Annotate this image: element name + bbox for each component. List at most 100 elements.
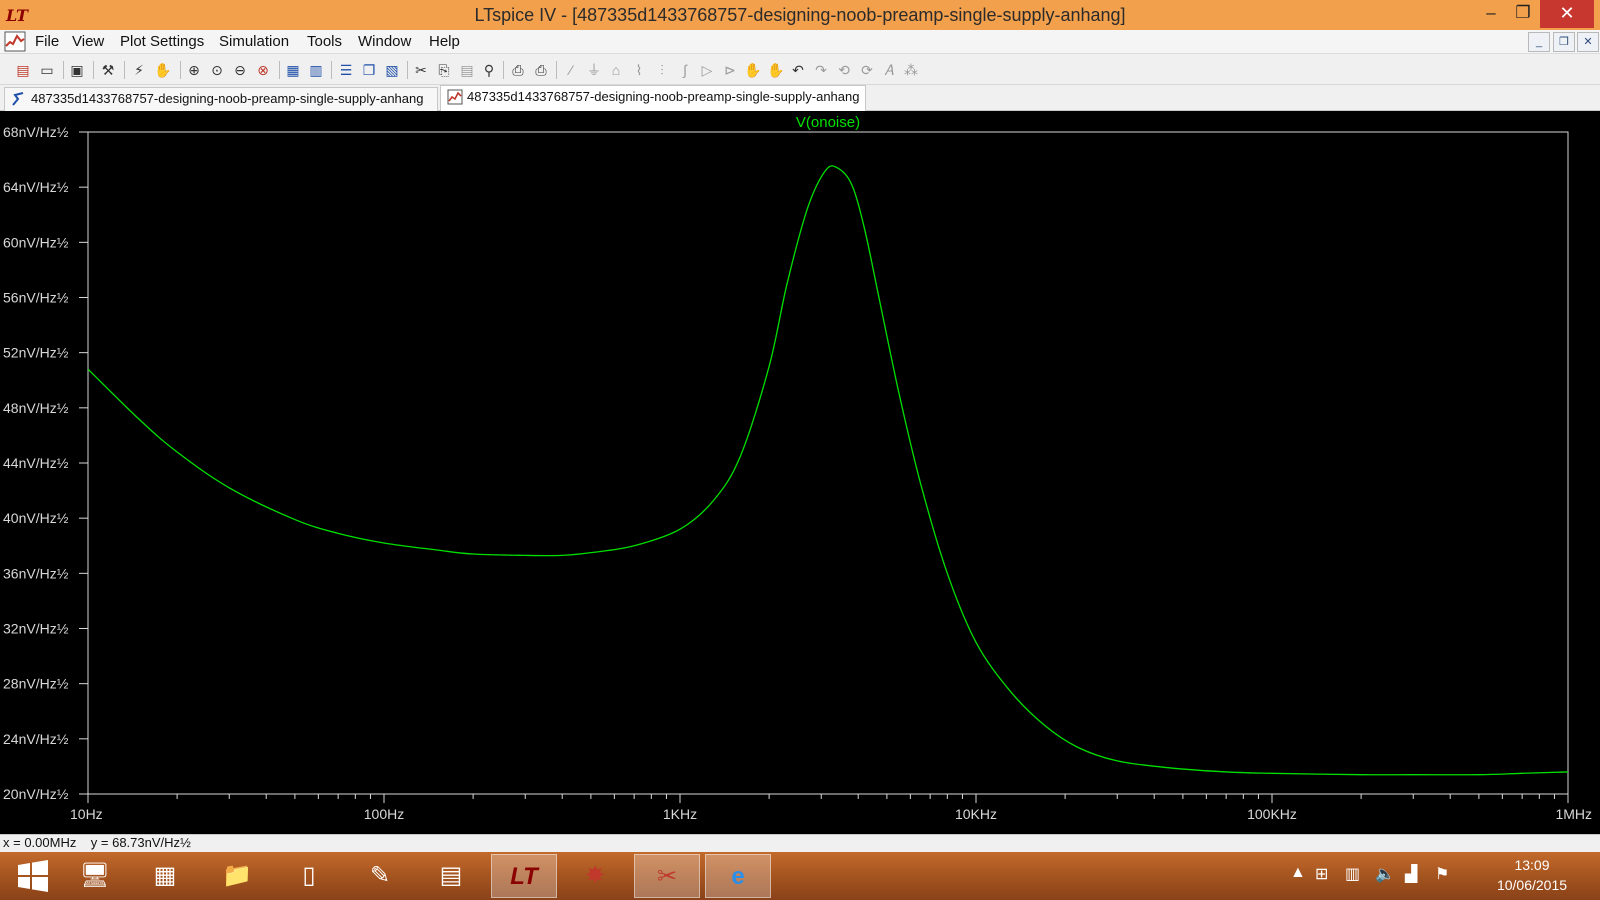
taskbar: 🖥 ▦ 📁 ▯ ✎ ▤ LT ✸ ✂ e ▲ ⊞ ▥ 🔈 ▟ ⚑ 13:09 1… — [0, 852, 1600, 900]
tab-label: 487335d1433768757-designing-noob-preamp-… — [31, 91, 424, 106]
zoom-area-icon[interactable]: ⊕ — [184, 60, 204, 80]
start-button[interactable] — [0, 854, 66, 898]
tray-show-hidden-icon[interactable]: ▲ — [1290, 864, 1306, 882]
noise-plot[interactable]: V(onoise) 68nV/Hz½ 64nV/Hz½ 60nV/Hz½ 56nV/H… — [0, 111, 1600, 834]
plot-frame — [87, 131, 1569, 795]
maximize-button[interactable]: ❐ — [1506, 0, 1540, 28]
draw-wire-icon[interactable]: ∕ — [561, 60, 581, 80]
taskbar-snipping-tool[interactable]: ✂ — [634, 854, 700, 898]
menu-plot-settings[interactable]: Plot Settings — [120, 33, 204, 50]
redo-icon[interactable]: ↷ — [811, 60, 831, 80]
text-icon[interactable]: 𝐴 — [879, 60, 899, 80]
zoom-out-icon[interactable]: ⊖ — [230, 60, 250, 80]
new-schematic-icon[interactable]: ▤ — [13, 60, 33, 80]
y-tick-label: 24nV/Hz½ — [3, 731, 69, 747]
y-tick-label: 60nV/Hz½ — [3, 234, 69, 250]
schematic-icon — [12, 92, 24, 106]
tray-windows-icon[interactable]: ⊞ — [1315, 864, 1328, 884]
toolbar-separator — [93, 61, 94, 79]
run-icon[interactable]: ⚡ — [129, 60, 149, 80]
zoom-full-icon[interactable]: ⊗ — [253, 60, 273, 80]
menu-help[interactable]: Help — [429, 33, 460, 50]
menu-file[interactable]: File — [35, 33, 59, 50]
waveform-window-icon[interactable] — [4, 31, 26, 52]
spice-directive-icon[interactable]: ⁂ — [901, 60, 921, 80]
cursor-readout: x = 0.00MHz y = 68.73nV/Hz½ — [3, 835, 191, 850]
tray-volume-icon[interactable]: 🔈 — [1375, 864, 1395, 884]
find-icon[interactable]: ⚲ — [479, 60, 499, 80]
taskbar-document[interactable]: ▯ — [276, 854, 342, 898]
rotate-icon[interactable]: ⟲ — [834, 60, 854, 80]
ground-icon[interactable]: ⏚ — [584, 60, 604, 80]
tray-action-center-icon[interactable]: ⚑ — [1435, 864, 1449, 884]
internet-explorer-icon: e — [731, 863, 745, 890]
paste-icon[interactable]: ▤ — [457, 60, 477, 80]
firewall-icon: ▦ — [153, 862, 177, 889]
y-tick-label: 20nV/Hz½ — [3, 786, 69, 802]
tab-bar: 487335d1433768757-designing-noob-preamp-… — [0, 85, 1600, 111]
print-icon[interactable]: ⎙ — [531, 60, 551, 80]
capacitor-icon[interactable]: ⫶ — [652, 60, 672, 80]
y-tick-label: 52nV/Hz½ — [3, 345, 69, 361]
trace-vonoise[interactable] — [87, 165, 1569, 776]
taskbar-paint-app[interactable]: ✸ — [562, 854, 628, 898]
autorange-icon[interactable]: ▦ — [283, 60, 303, 80]
snipping-tool-icon: ✂ — [656, 863, 678, 890]
calculator-icon: ▤ — [439, 862, 463, 889]
cascade-icon[interactable]: ❐ — [359, 60, 379, 80]
print-setup-icon[interactable]: ⎙ — [508, 60, 528, 80]
menu-tools[interactable]: Tools — [307, 33, 342, 50]
tray-network-icon[interactable]: ▟ — [1405, 864, 1417, 884]
y-tick-label: 44nV/Hz½ — [3, 455, 69, 471]
component-icon[interactable]: ⊳ — [720, 60, 740, 80]
mdi-close-icon[interactable]: ✕ — [1577, 32, 1599, 52]
inductor-icon[interactable]: ∫ — [675, 60, 695, 80]
taskbar-clock[interactable]: 13:09 10/06/2015 — [1482, 855, 1582, 895]
diode-icon[interactable]: ▷ — [697, 60, 717, 80]
taskbar-notepad[interactable]: ✎ — [347, 854, 413, 898]
taskbar-firewall[interactable]: ▦ — [132, 854, 198, 898]
label-net-icon[interactable]: ⌂ — [606, 60, 626, 80]
toolbar-separator — [503, 61, 504, 79]
y-tick-label: 56nV/Hz½ — [3, 290, 69, 306]
menu-window[interactable]: Window — [358, 33, 411, 50]
menu-view[interactable]: View — [72, 33, 104, 50]
y-tick-label: 28nV/Hz½ — [3, 676, 69, 692]
control-panel-icon[interactable]: ⚒ — [98, 60, 118, 80]
tab-label: 487335d1433768757-designing-noob-preamp-… — [467, 89, 860, 104]
taskbar-internet-explorer[interactable]: e — [705, 854, 771, 898]
mirror-icon[interactable]: ⟳ — [857, 60, 877, 80]
close-button[interactable]: ✕ — [1540, 0, 1594, 28]
x-tick-label: 1KHz — [663, 806, 697, 822]
tab-schematic[interactable]: 487335d1433768757-designing-noob-preamp-… — [4, 87, 438, 111]
trace-label-vonoise[interactable]: V(onoise) — [796, 114, 860, 131]
pan-icon[interactable]: ⊙ — [207, 60, 227, 80]
pick-visible-traces-icon[interactable]: ▥ — [306, 60, 326, 80]
resistor-icon[interactable]: ⌇ — [629, 60, 649, 80]
move-icon[interactable]: ✋ — [743, 60, 763, 80]
taskbar-file-explorer[interactable]: 📁 — [204, 854, 270, 898]
y-tick-label: 32nV/Hz½ — [3, 621, 69, 637]
y-tick-label: 48nV/Hz½ — [3, 400, 69, 416]
taskbar-remote-desktop[interactable]: 🖥 — [62, 854, 128, 898]
menu-simulation[interactable]: Simulation — [219, 33, 289, 50]
tray-battery-icon[interactable]: ▥ — [1345, 864, 1360, 884]
save-icon[interactable]: ▣ — [67, 60, 87, 80]
copy-icon[interactable]: ⎘ — [434, 60, 454, 80]
undo-icon[interactable]: ↶ — [788, 60, 808, 80]
tab-waveform[interactable]: 487335d1433768757-designing-noob-preamp-… — [440, 85, 866, 111]
mdi-restore-icon[interactable]: ❐ — [1553, 32, 1575, 52]
open-icon[interactable]: ▭ — [37, 60, 57, 80]
drag-icon[interactable]: ✋ — [766, 60, 786, 80]
toolbar-separator — [407, 61, 408, 79]
minimize-button[interactable]: – — [1474, 0, 1508, 28]
tile-vertical-icon[interactable]: ▧ — [382, 60, 402, 80]
halt-icon[interactable]: ✋ — [153, 60, 173, 80]
x-tick-label: 10KHz — [955, 806, 997, 822]
waveform-plot-pane[interactable]: V(onoise) 68nV/Hz½ 64nV/Hz½ 60nV/Hz½ 56nV/H… — [0, 111, 1600, 834]
cut-icon[interactable]: ✂ — [411, 60, 431, 80]
tile-horizontal-icon[interactable]: ☰ — [336, 60, 356, 80]
mdi-minimize-icon[interactable]: _ — [1528, 32, 1550, 52]
taskbar-calculator[interactable]: ▤ — [418, 854, 484, 898]
taskbar-ltspice[interactable]: LT — [491, 854, 557, 898]
